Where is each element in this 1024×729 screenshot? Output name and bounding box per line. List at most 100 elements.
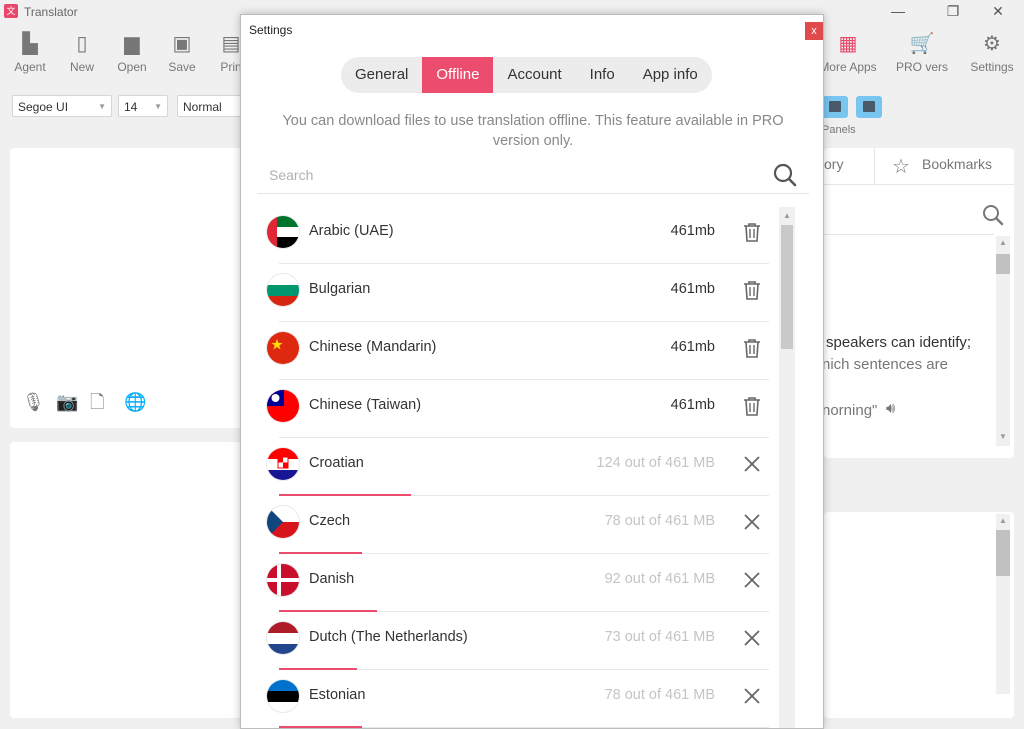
trash-icon[interactable] <box>741 395 763 417</box>
language-name: Czech <box>309 513 351 529</box>
restore-icon[interactable]: ❐ <box>935 2 971 20</box>
new-file-icon: ▯ <box>76 33 88 55</box>
trash-icon[interactable] <box>741 279 763 301</box>
more-apps-button[interactable]: ▦ More Apps <box>818 32 878 74</box>
list-item[interactable]: Estonian 78 out of 461 MB <box>257 669 777 728</box>
settings-dialog: Settings x General Offline Account Info … <box>240 14 824 729</box>
language-size: 461mb <box>670 339 715 355</box>
search-icon[interactable] <box>773 163 797 187</box>
list-item[interactable]: Croatian 124 out of 461 MB <box>257 437 777 496</box>
camera-icon[interactable]: 📷 <box>56 392 90 413</box>
close-window-icon[interactable]: ✕ <box>980 2 1016 20</box>
flag-uae-icon <box>267 216 299 248</box>
history-scroll-thumb[interactable] <box>996 254 1010 274</box>
bookmarks-scroll-thumb[interactable] <box>996 530 1010 576</box>
list-item[interactable]: Dutch (The Netherlands) 73 out of 461 MB <box>257 611 777 670</box>
flag-china-icon <box>267 332 299 364</box>
search-underline <box>257 193 809 194</box>
tab-app-info[interactable]: App info <box>629 57 712 93</box>
star-icon: ☆ <box>892 156 910 178</box>
scroll-up-icon[interactable]: ▲ <box>780 211 794 220</box>
target-text-panel[interactable] <box>10 442 242 718</box>
language-size: 461mb <box>670 281 715 297</box>
open-button[interactable]: ▆ Open <box>107 32 157 74</box>
language-list-scroll-thumb[interactable] <box>781 225 793 349</box>
cart-icon: 🛒 <box>909 33 935 55</box>
flag-estonia-icon <box>267 680 299 712</box>
scroll-up-icon[interactable]: ▲ <box>996 238 1010 247</box>
divider <box>824 234 994 235</box>
flag-taiwan-icon <box>267 390 299 422</box>
speaker-icon[interactable]: 🔊︎ <box>886 400 895 417</box>
panels-label: Panels <box>822 124 856 136</box>
layout-horizontal-icon <box>829 101 841 112</box>
language-name: Dutch (The Netherlands) <box>309 629 468 645</box>
language-name: Danish <box>309 571 355 587</box>
save-icon: ▣ <box>172 33 192 55</box>
cancel-download-icon[interactable] <box>741 511 763 533</box>
list-item[interactable]: Danish 92 out of 461 MB <box>257 553 777 612</box>
layout-button-vertical[interactable] <box>856 96 882 118</box>
language-name: Estonian <box>309 687 366 703</box>
language-size: 461mb <box>670 397 715 413</box>
cancel-download-icon[interactable] <box>741 569 763 591</box>
history-text-line2: nich sentences are <box>822 356 948 373</box>
font-style-select[interactable]: Normal <box>177 95 247 117</box>
agent-button[interactable]: ▙ Agent <box>5 32 55 74</box>
chevron-down-icon: ▼ <box>154 102 162 111</box>
list-item[interactable]: Chinese (Taiwan) 461mb <box>257 379 777 438</box>
layout-vertical-icon <box>863 101 875 112</box>
folder-icon: ▆ <box>124 33 140 55</box>
font-family-select[interactable]: Segoe UI ▼ <box>12 95 112 117</box>
save-button[interactable]: ▣ Save <box>157 32 207 74</box>
tab-bookmarks[interactable]: Bookmarks <box>922 156 992 172</box>
language-name: Chinese (Mandarin) <box>309 339 437 355</box>
list-item[interactable]: Chinese (Mandarin) 461mb <box>257 321 777 380</box>
language-search-input[interactable]: Search <box>269 167 313 183</box>
language-name: Chinese (Taiwan) <box>309 397 422 413</box>
language-download-progress-text: 92 out of 461 MB <box>604 571 715 587</box>
settings-tabs: General Offline Account Info App info <box>341 57 712 93</box>
cancel-download-icon[interactable] <box>741 453 763 475</box>
scroll-up-icon[interactable]: ▲ <box>996 516 1010 525</box>
trash-icon[interactable] <box>741 337 763 359</box>
tab-history[interactable]: ory <box>824 156 843 172</box>
language-name: Croatian <box>309 455 364 471</box>
pro-version-button[interactable]: 🛒 PRO vers <box>895 32 949 74</box>
trash-icon[interactable] <box>741 221 763 243</box>
offline-info-text: You can download files to use translatio… <box>282 113 784 149</box>
agent-icon: ▙ <box>22 33 38 55</box>
language-list: Arabic (UAE) 461mb Bulgarian 461mb Chine… <box>257 205 777 728</box>
source-text-panel[interactable] <box>10 148 242 428</box>
tab-account[interactable]: Account <box>493 57 575 93</box>
tab-info[interactable]: Info <box>576 57 629 93</box>
tab-general[interactable]: General <box>341 57 422 93</box>
new-button[interactable]: ▯ New <box>57 32 107 74</box>
document-icon[interactable]: 🗋 <box>90 390 124 420</box>
tab-underline <box>824 184 1014 185</box>
list-item[interactable]: Bulgarian 461mb <box>257 263 777 322</box>
language-size: 461mb <box>670 223 715 239</box>
apps-grid-icon: ▦ <box>838 33 858 55</box>
settings-button[interactable]: ⚙ Settings <box>966 32 1018 74</box>
scroll-down-icon[interactable]: ▼ <box>996 432 1010 441</box>
microphone-icon[interactable]: 🎙 <box>22 392 56 413</box>
tab-offline[interactable]: Offline <box>422 57 494 93</box>
globe-icon[interactable]: 🌐 <box>124 392 158 413</box>
chevron-down-icon: ▼ <box>98 102 106 111</box>
history-search-icon[interactable] <box>982 204 1004 231</box>
cancel-download-icon[interactable] <box>741 627 763 649</box>
dialog-close-button[interactable]: x <box>805 22 823 40</box>
flag-denmark-icon <box>267 564 299 596</box>
list-item[interactable]: Czech 78 out of 461 MB <box>257 495 777 554</box>
font-size-select[interactable]: 14 ▼ <box>118 95 168 117</box>
cancel-download-icon[interactable] <box>741 685 763 707</box>
layout-button-horizontal[interactable] <box>822 96 848 118</box>
list-item[interactable]: Arabic (UAE) 461mb <box>257 205 777 264</box>
flag-netherlands-icon <box>267 622 299 654</box>
minimize-icon[interactable]: — <box>880 2 916 20</box>
gear-icon: ⚙ <box>983 33 1001 55</box>
tab-divider <box>874 148 875 184</box>
history-text-line1: speakers can identify; <box>826 334 972 351</box>
dialog-title: Settings <box>249 23 293 37</box>
